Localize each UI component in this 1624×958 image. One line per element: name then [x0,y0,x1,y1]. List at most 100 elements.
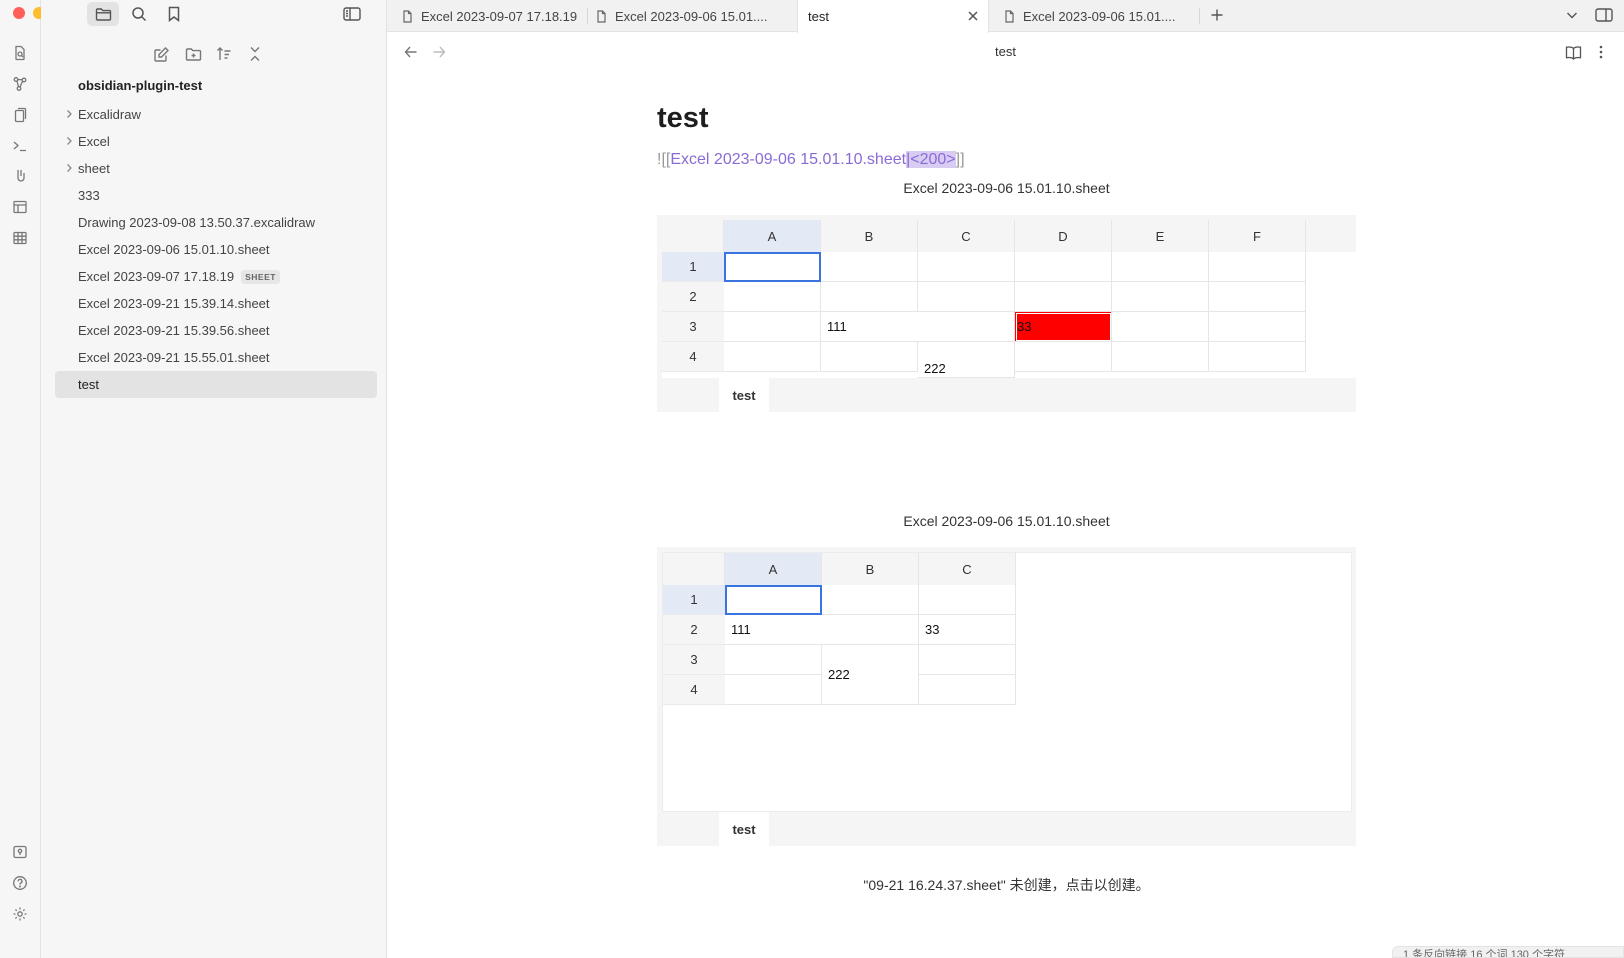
tab-list-dropdown-icon[interactable] [1562,5,1582,25]
grid-cell[interactable] [821,282,918,312]
cell-b3[interactable]: 222 [822,645,919,705]
grid-cell[interactable] [1209,342,1306,372]
grid-cell[interactable] [725,675,822,705]
grid-cell[interactable] [1209,252,1306,282]
new-tab-icon[interactable] [1207,5,1227,25]
unresolved-embed-notice[interactable]: "09-21 16.24.37.sheet" 未创建，点击以创建。 [657,875,1356,895]
tree-file-excel-0921-b[interactable]: Excel 2023-09-21 15.39.56.sheet [55,317,377,344]
slides-icon[interactable] [10,166,30,186]
tab-excel-0906[interactable]: Excel 2023-09-06 15.01.... [595,0,783,32]
row-header[interactable]: 3 [662,312,724,342]
bookmark-icon[interactable] [158,2,190,26]
grid-cell[interactable] [919,675,1016,705]
row-header[interactable]: 2 [663,615,725,645]
grid-cell[interactable] [724,282,821,312]
cell-a2[interactable]: 111 [725,615,919,645]
cell-c2[interactable]: 33 [919,615,1016,645]
embed-size-selection[interactable]: |<200> [906,151,956,168]
cell-a1-selected[interactable] [724,252,821,282]
tree-folder-sheet[interactable]: sheet [55,155,377,182]
grid-cell[interactable] [1112,282,1209,312]
row-header[interactable]: 4 [662,342,724,372]
tree-folder-excel[interactable]: Excel [55,128,377,155]
sheet-tab[interactable]: test [719,812,769,846]
grid-cell[interactable] [1015,282,1112,312]
grid-cell[interactable] [821,342,918,372]
tree-folder-excalidraw[interactable]: Excalidraw [55,101,377,128]
sort-icon[interactable] [212,44,236,64]
cell-c4[interactable]: 222 [918,342,1015,378]
reading-view-icon[interactable] [1563,42,1583,62]
tree-file-excel-0907[interactable]: Excel 2023-09-07 17.18.19 SHEET [55,263,377,290]
more-options-icon[interactable] [1591,42,1611,62]
grid-cell[interactable] [1015,342,1112,372]
tree-file-excel-0906[interactable]: Excel 2023-09-06 15.01.10.sheet [55,236,377,263]
row-header[interactable]: 1 [663,585,725,615]
row-header[interactable]: 2 [662,282,724,312]
grid-cell[interactable] [1112,252,1209,282]
grid-cell[interactable] [821,252,918,282]
cell-d3-highlighted[interactable]: 33 [1015,312,1112,342]
open-quick-switcher-icon[interactable] [10,43,30,63]
vault-switcher-icon[interactable] [10,842,30,862]
grid-cell[interactable] [822,585,919,615]
templates-icon[interactable] [10,197,30,217]
note-heading[interactable]: test [657,102,709,135]
cell-b3[interactable]: 111 [821,312,1015,342]
column-header[interactable]: E [1112,220,1209,252]
column-header[interactable]: C [918,220,1015,252]
sheet-tab[interactable]: test [719,378,769,412]
embed-title[interactable]: Excel 2023-09-06 15.01.10.sheet [657,513,1356,529]
collapse-all-icon[interactable] [243,44,267,64]
tree-file-333[interactable]: 333 [55,182,377,209]
column-header[interactable]: A [724,220,821,252]
embed-source-line[interactable]: ![[Excel 2023-09-06 15.01.10.sheet|<200>… [657,151,965,169]
grid-cell[interactable] [919,645,1016,675]
grid-cell[interactable] [918,282,1015,312]
column-header[interactable]: B [821,220,918,252]
grid-corner[interactable] [662,220,724,252]
grid-cell[interactable] [1209,282,1306,312]
tab-excel-0906-b[interactable]: Excel 2023-09-06 15.01.... [1003,0,1183,32]
help-icon[interactable] [10,873,30,893]
grid-cell[interactable] [1112,342,1209,372]
search-icon[interactable] [123,2,155,26]
settings-icon[interactable] [10,904,30,924]
grid-cell[interactable] [1112,312,1209,342]
tree-file-excel-0921-c[interactable]: Excel 2023-09-21 15.55.01.sheet [55,344,377,371]
grid-cell[interactable] [725,645,822,675]
grid-cell[interactable] [918,252,1015,282]
column-header[interactable]: C [919,553,1016,585]
embed-link-target[interactable]: Excel 2023-09-06 15.01.10.sheet [670,151,906,168]
column-header[interactable]: A [725,553,822,585]
grid-cell[interactable] [724,342,821,372]
row-header[interactable]: 4 [663,675,725,705]
grid-cell[interactable] [919,585,1016,615]
tab-test[interactable]: test [797,0,989,33]
view-title[interactable]: test [387,44,1624,59]
new-note-icon[interactable] [149,44,173,64]
grid-corner[interactable] [663,553,725,585]
grid-cell[interactable] [724,312,821,342]
column-header[interactable]: D [1015,220,1112,252]
table-icon[interactable] [10,228,30,248]
graph-view-icon[interactable] [10,74,30,94]
grid-cell[interactable] [1015,252,1112,282]
command-palette-icon[interactable] [10,136,30,156]
right-sidebar-toggle-icon[interactable] [1594,5,1614,25]
tree-file-drawing[interactable]: Drawing 2023-09-08 13.50.37.excalidraw [55,209,377,236]
vault-name[interactable]: obsidian-plugin-test [78,78,202,93]
open-daily-note-icon[interactable] [10,105,30,125]
column-header[interactable]: B [822,553,919,585]
grid-cell[interactable] [1209,312,1306,342]
sidebar-toggle-icon[interactable] [336,2,368,26]
new-folder-icon[interactable] [181,44,205,64]
row-header[interactable]: 1 [662,252,724,282]
tree-file-excel-0921-a[interactable]: Excel 2023-09-21 15.39.14.sheet [55,290,377,317]
column-header[interactable]: F [1209,220,1306,252]
tab-excel-0907[interactable]: Excel 2023-09-07 17.18.19 [401,0,584,32]
row-header[interactable]: 3 [663,645,725,675]
folder-icon[interactable] [87,2,119,26]
cell-a1-selected[interactable] [725,585,822,615]
close-window-button[interactable] [13,7,25,19]
